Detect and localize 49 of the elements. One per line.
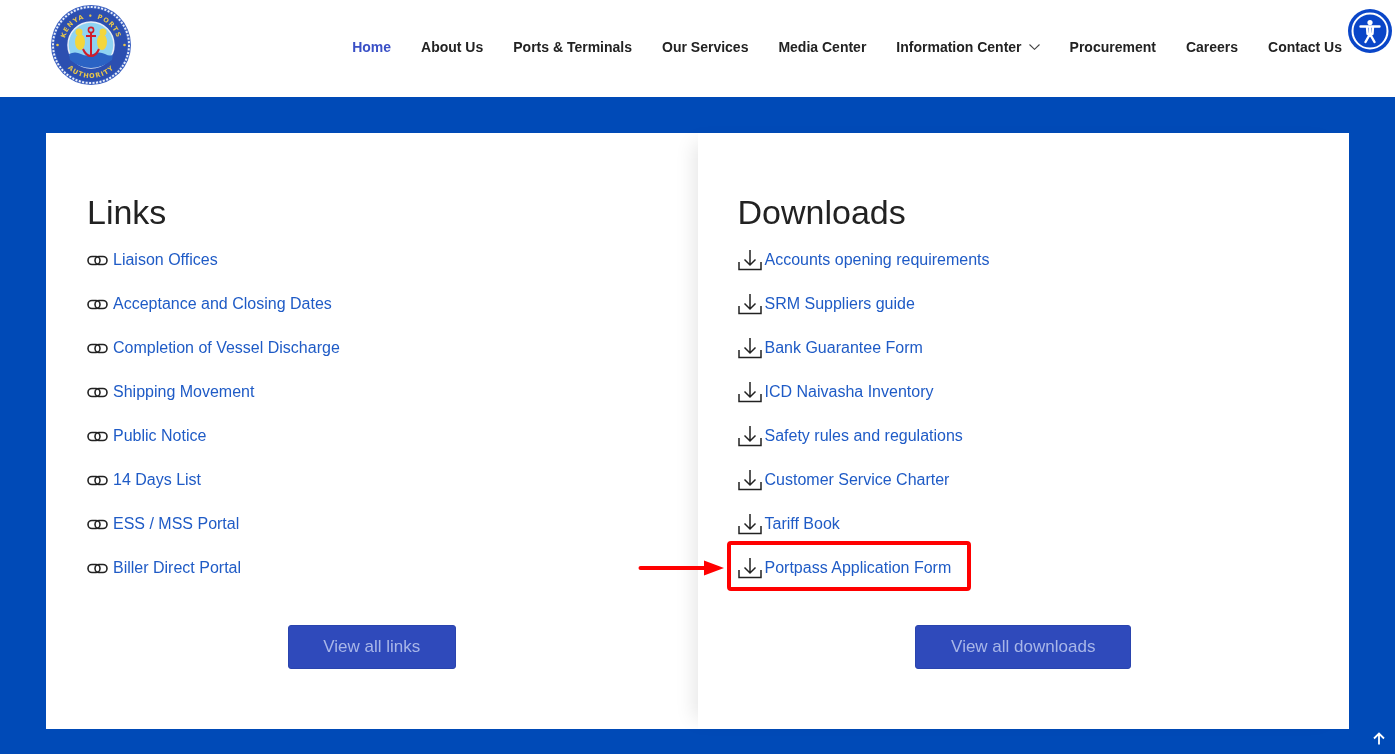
link-item[interactable]: Public Notice [87, 423, 207, 449]
download-item[interactable]: Customer Service Charter [737, 467, 950, 493]
view-all-links-button[interactable]: View all links [287, 625, 456, 669]
download-icon [737, 513, 762, 535]
link-icon [87, 562, 108, 574]
link-icon [87, 254, 108, 266]
download-item[interactable]: Accounts opening requirements [737, 247, 990, 273]
view-all-downloads-button[interactable]: View all downloads [915, 625, 1132, 669]
link-item[interactable]: Biller Direct Portal [87, 555, 242, 581]
download-icon [737, 557, 762, 579]
nav-link[interactable]: About Us [421, 36, 484, 58]
download-icon [737, 337, 762, 359]
link-item[interactable]: Shipping Movement [87, 379, 255, 405]
nav-link[interactable]: Contact Us [1268, 36, 1342, 58]
download-icon [737, 381, 762, 403]
nav-link[interactable]: Procurement [1069, 36, 1156, 58]
nav-link[interactable]: Media Center [778, 36, 867, 58]
nav-link[interactable]: Careers [1185, 36, 1239, 58]
link-icon [87, 386, 108, 398]
download-item[interactable]: ICD Naivasha Inventory [737, 379, 934, 405]
link-item[interactable]: 14 Days List [87, 467, 202, 493]
link-icon [87, 298, 108, 310]
nav-link[interactable]: Ports & Terminals [513, 36, 633, 58]
link-item[interactable]: ESS / MSS Portal [87, 511, 240, 537]
nav-link[interactable]: Home [352, 36, 392, 58]
download-icon [737, 249, 762, 271]
download-item[interactable]: Bank Guarantee Form [737, 335, 923, 361]
link-item[interactable]: Completion of Vessel Discharge [87, 335, 340, 361]
link-icon [87, 430, 108, 442]
logo-dot-icon [56, 43, 59, 47]
section-heading: Links [87, 192, 167, 232]
link-icon [87, 474, 108, 486]
section-heading: Downloads [737, 192, 906, 232]
nav-link[interactable]: Information Center [896, 36, 1040, 58]
arrow-up-icon [1373, 731, 1385, 745]
download-item[interactable]: Safety rules and regulations [737, 423, 963, 449]
link-item[interactable]: Acceptance and Closing Dates [87, 291, 332, 317]
download-item[interactable]: Tariff Book [737, 511, 840, 537]
accessibility-icon [1351, 12, 1389, 50]
link-item[interactable]: Liaison Offices [87, 247, 218, 273]
download-icon [737, 469, 762, 491]
download-item[interactable]: SRM Suppliers guide [737, 291, 915, 317]
download-item[interactable]: Portpass Application Form [726, 541, 972, 591]
download-icon [737, 425, 762, 447]
download-icon [737, 293, 762, 315]
link-icon [87, 342, 108, 354]
link-icon [87, 518, 108, 530]
logo-dot-icon [123, 43, 126, 47]
nav-link[interactable]: Our Services [662, 36, 749, 58]
